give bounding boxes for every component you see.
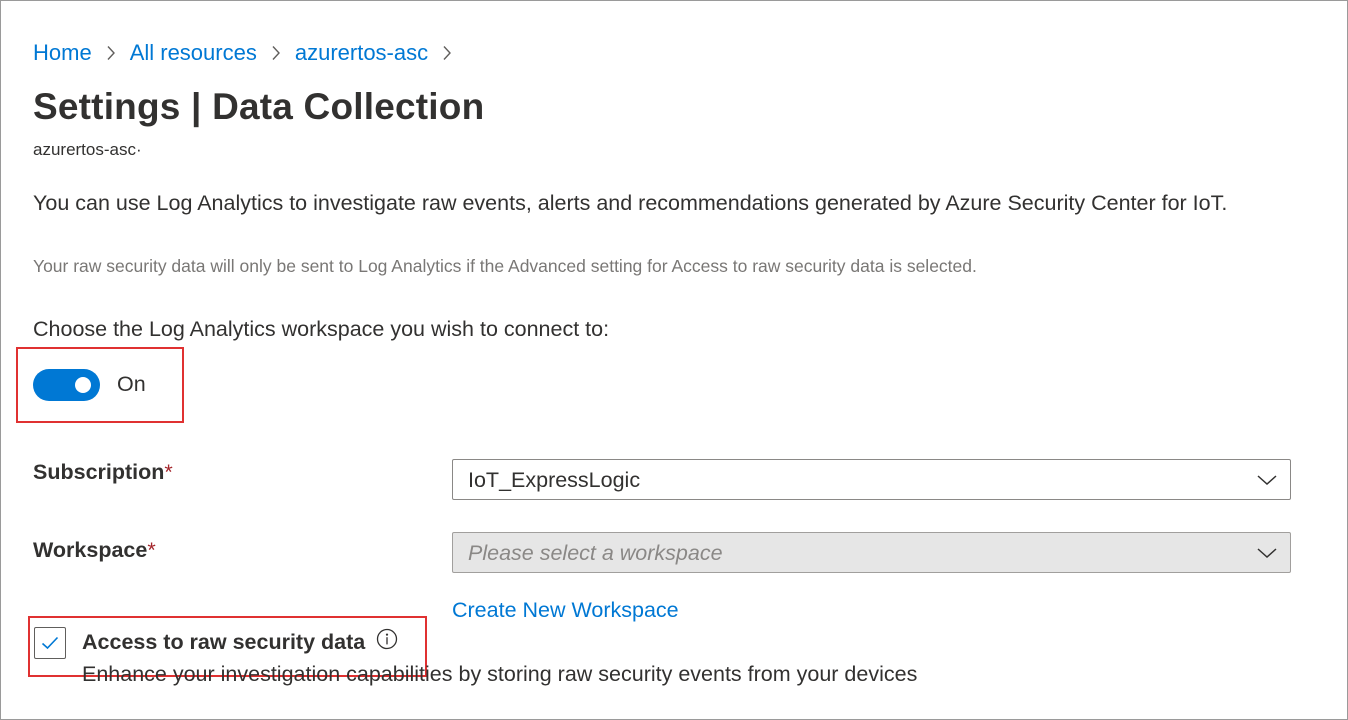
subscription-value: IoT_ExpressLogic — [468, 468, 641, 492]
chevron-down-icon — [1257, 475, 1277, 486]
description-text: You can use Log Analytics to investigate… — [33, 191, 1228, 215]
chevron-right-icon — [271, 45, 281, 61]
create-new-workspace-link[interactable]: Create New Workspace — [452, 598, 679, 623]
workspace-label-text: Workspace — [33, 538, 148, 562]
chevron-down-icon — [1257, 548, 1277, 559]
workspace-label: Workspace* — [33, 538, 156, 563]
subscription-dropdown[interactable]: IoT_ExpressLogic — [452, 459, 1291, 500]
workspace-dropdown[interactable]: Please select a workspace — [452, 532, 1291, 573]
breadcrumb-home[interactable]: Home — [33, 40, 92, 66]
resource-name: azurertos-asc· — [33, 140, 142, 159]
workspace-placeholder: Please select a workspace — [468, 541, 723, 565]
toggle-state-label: On — [117, 372, 146, 396]
workspace-connect-label: Choose the Log Analytics workspace you w… — [33, 317, 610, 341]
chevron-right-icon — [106, 45, 116, 61]
checkmark-icon — [41, 636, 59, 650]
required-marker: * — [147, 538, 156, 562]
chevron-right-icon — [442, 45, 452, 61]
info-icon[interactable] — [376, 628, 398, 650]
subscription-label-text: Subscription — [33, 460, 165, 484]
raw-data-description: Enhance your investigation capabilities … — [82, 662, 918, 686]
required-marker: * — [164, 460, 173, 484]
breadcrumb-resource[interactable]: azurertos-asc — [295, 40, 428, 66]
log-analytics-toggle[interactable] — [33, 369, 100, 401]
subscription-label: Subscription* — [33, 460, 173, 485]
page-title: Settings | Data Collection — [33, 86, 485, 127]
toggle-knob — [75, 377, 91, 393]
note-text: Your raw security data will only be sent… — [33, 256, 977, 276]
breadcrumb: Home All resources azurertos-asc — [33, 40, 466, 66]
breadcrumb-all-resources[interactable]: All resources — [130, 40, 257, 66]
raw-data-checkbox[interactable] — [34, 627, 66, 659]
raw-data-label: Access to raw security data — [82, 630, 366, 654]
